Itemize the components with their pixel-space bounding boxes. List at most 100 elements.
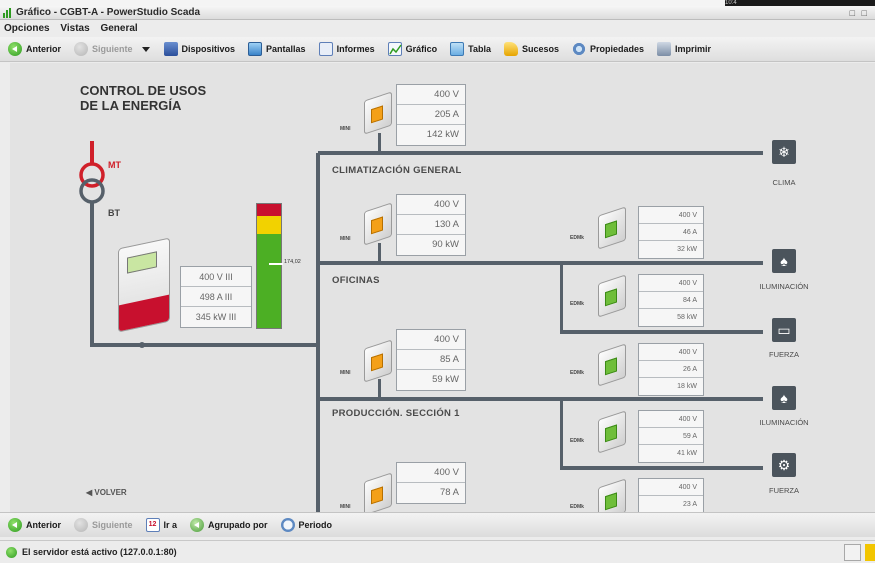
bottom-next-button[interactable]: Siguiente (74, 518, 133, 532)
meter-oficinas-voltage: 400 V (397, 195, 465, 215)
print-button[interactable]: Imprimir (657, 42, 711, 56)
bus-line-produccion-fuerza (560, 466, 763, 470)
load-level-marker (269, 263, 283, 265)
table-label: Tabla (468, 44, 491, 54)
meter-produccion-power: 59 kW (432, 374, 459, 385)
mini-label-3: MINI (340, 370, 351, 376)
calendar-icon: 12 (145, 518, 160, 532)
produccion-gears-icon[interactable]: ⚙ (772, 453, 796, 477)
clima-snowflake-icon[interactable]: ❄ (772, 140, 796, 164)
edmk-device-1[interactable] (598, 206, 626, 250)
drop-line-2 (378, 243, 381, 263)
next-button[interactable]: Siguiente (74, 42, 133, 56)
meter-section4-sub: 400 V 23 A (638, 478, 704, 512)
meter-oficinas: 400 V 130 A 90 kW (396, 194, 466, 256)
scada-diagram: CONTROL DE USOS DE LA ENERGÍA MT BT 400 … (10, 63, 875, 512)
events-button[interactable]: Sucesos (503, 42, 559, 56)
status-box[interactable] (844, 544, 861, 561)
meter-produccion-sub1-power: 18 kW (677, 383, 697, 390)
meter-produccion: 400 V 85 A 59 kW (396, 329, 466, 391)
mini-device-4[interactable] (364, 472, 392, 512)
branch-line-oficinas (560, 263, 563, 333)
history-dropdown-icon[interactable] (141, 46, 150, 52)
screens-button[interactable]: Pantallas (248, 42, 306, 56)
warning-icon[interactable] (865, 544, 875, 561)
bus-line-produccion (318, 397, 763, 401)
chart-button[interactable]: Gráfico (387, 42, 438, 56)
back-label: Anterior (26, 44, 62, 54)
meter-clima-current: 205 A (397, 105, 465, 125)
edmk-label-2: EDMk (570, 301, 584, 307)
produccion-bulb-icon[interactable]: ♠ (772, 386, 796, 410)
status-bar: El servidor está activo (127.0.0.1:80) (0, 540, 875, 563)
mini-label-2: MINI (340, 236, 351, 242)
reports-icon (318, 42, 333, 56)
load-level-bar (256, 203, 283, 329)
chart-label: Gráfico (405, 44, 438, 54)
produccion-ilum-label: ILUMINACIÓN (759, 418, 809, 427)
meter-oficinas-power: 90 kW (432, 239, 459, 250)
analyzer-base (119, 294, 169, 332)
bus-line-oficinas (318, 261, 763, 265)
bt-label: BT (108, 208, 120, 218)
print-icon (657, 42, 672, 56)
period-label: Periodo (298, 520, 333, 530)
app-icon (3, 8, 13, 18)
devices-button[interactable]: Dispositivos (163, 42, 235, 56)
mini-device-1[interactable] (364, 91, 392, 135)
oficinas-bulb-icon[interactable]: ♠ (772, 249, 796, 273)
bottom-back-button[interactable]: Anterior (8, 518, 61, 532)
meter-produccion-sub2: 400 V 59 A 41 kW (638, 410, 704, 463)
bus-line-clima (318, 151, 763, 155)
period-clock-icon (280, 518, 295, 532)
bottom-next-icon (74, 518, 89, 532)
edmk-device-5[interactable] (598, 478, 626, 512)
edmk-device-2[interactable] (598, 274, 626, 318)
bus-line-horizontal-main (90, 343, 320, 347)
server-status-icon (6, 547, 17, 558)
edmk-device-3[interactable] (598, 343, 626, 387)
meter-clima-voltage: 400 V (397, 85, 465, 105)
meter-produccion-sub1-voltage: 400 V (639, 344, 703, 361)
meter-oficinas-ilum-power: 32 kW (677, 246, 697, 253)
meter-produccion-sub2-power: 41 kW (677, 450, 697, 457)
table-icon (450, 42, 465, 56)
bottom-back-icon (8, 518, 22, 532)
meter-section4-sub-current: 23 A (682, 501, 697, 508)
menu-general[interactable]: General (100, 23, 137, 34)
edmk-label-5: EDMk (570, 504, 584, 510)
meter-produccion-sub2-voltage: 400 V (639, 411, 703, 428)
reports-button[interactable]: Informes (318, 42, 375, 56)
mini-device-3[interactable] (364, 339, 392, 383)
back-link[interactable]: ◀ VOLVER (86, 488, 127, 497)
load-level-bar-red (257, 204, 281, 216)
properties-button[interactable]: Propiedades (571, 42, 644, 56)
oficinas-laptop-icon[interactable]: ▭ (772, 318, 796, 342)
meter-produccion-sub2-current: 59 A (639, 428, 703, 445)
edmk-device-4[interactable] (598, 410, 626, 454)
menu-opciones[interactable]: Opciones (4, 23, 50, 34)
section-oficinas-label: OFICINAS (332, 275, 380, 286)
back-button[interactable]: Anterior (8, 42, 61, 56)
main-toolbar: Anterior Siguiente Dispositivos Pantalla… (0, 37, 875, 62)
main-analyzer-device[interactable] (118, 237, 170, 333)
events-icon (503, 42, 518, 56)
bottom-back-label: Anterior (26, 520, 62, 530)
table-button[interactable]: Tabla (450, 42, 491, 56)
grouped-button[interactable]: Agrupado por (190, 518, 268, 532)
period-button[interactable]: Periodo (280, 518, 333, 532)
reports-label: Informes (336, 44, 375, 54)
menu-bar: Opciones Vistas General (0, 21, 875, 36)
meter-oficinas-fuerza: 400 V 84 A 58 kW (638, 274, 704, 327)
meter-section4-current: 78 A (439, 487, 459, 498)
produccion-fuerza-label: FUERZA (769, 486, 799, 495)
clima-label: CLIMA (772, 178, 796, 187)
mini-device-2[interactable] (364, 202, 392, 246)
grouped-label: Agrupado por (208, 520, 268, 530)
menu-vistas[interactable]: Vistas (60, 23, 89, 34)
section-clima-label: CLIMATIZACIÓN GENERAL (332, 165, 462, 176)
meter-oficinas-ilum-current: 46 A (639, 224, 703, 241)
window-buttons[interactable]: □ □ (850, 6, 869, 20)
goto-button[interactable]: 12 Ir a (145, 518, 177, 532)
meter-oficinas-fuerza-voltage: 400 V (639, 275, 703, 292)
